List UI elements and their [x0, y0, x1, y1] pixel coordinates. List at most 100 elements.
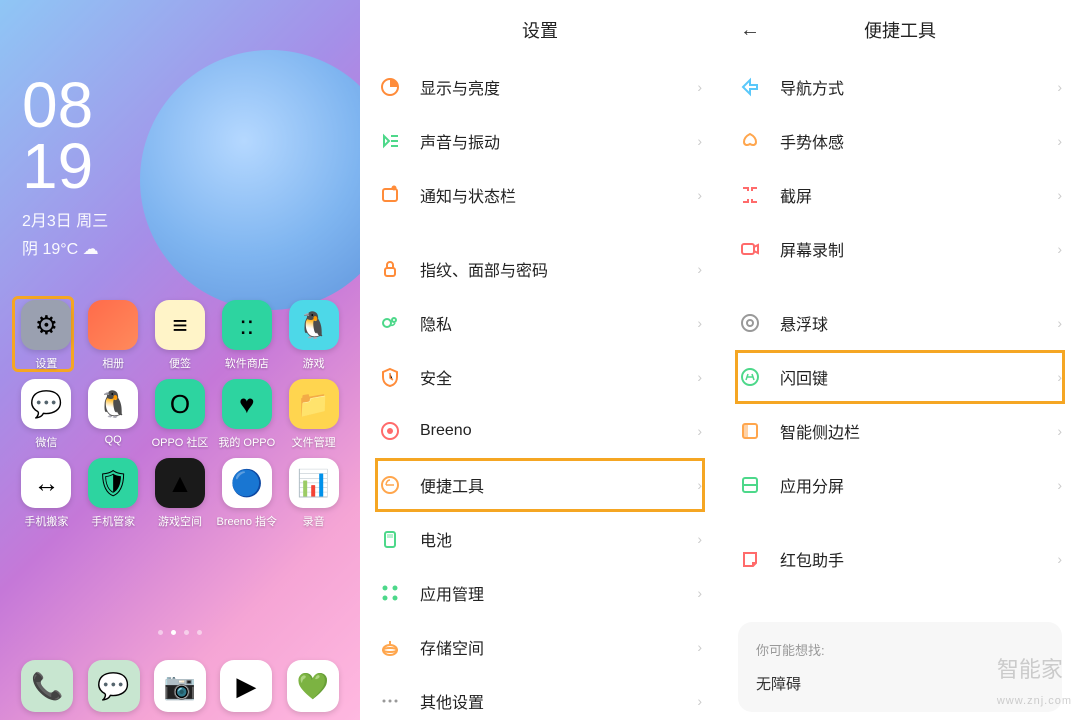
- chevron-right-icon: ›: [697, 477, 702, 493]
- dock-app[interactable]: 💚: [287, 660, 339, 712]
- chevron-right-icon: ›: [697, 315, 702, 331]
- list-item-应用分屏[interactable]: 应用分屏›: [738, 458, 1062, 512]
- item-label: 通知与状态栏: [420, 183, 697, 207]
- chevron-right-icon: ›: [697, 585, 702, 601]
- page-title: 设置: [522, 17, 558, 43]
- app-游戏空间[interactable]: ▲ 游戏空间: [148, 458, 213, 529]
- weather-text: 阴 19°C ☁: [22, 235, 108, 259]
- app-label: Breeno 指令: [217, 513, 278, 529]
- app-手机管家[interactable]: 🛡 手机管家: [81, 458, 146, 529]
- app-icon: 🔵: [222, 458, 272, 508]
- page-indicator: [0, 630, 360, 635]
- app-label: 软件商店: [225, 355, 269, 371]
- item-icon: [378, 690, 402, 712]
- dock: 📞 💬 📷 ▶ 💚: [0, 660, 360, 712]
- item-icon: [738, 312, 762, 334]
- app-icon: 📊: [289, 458, 339, 508]
- list-item-便捷工具[interactable]: 便捷工具›: [375, 458, 705, 512]
- item-icon: [738, 420, 762, 442]
- item-icon: [378, 420, 402, 442]
- list-item-截屏[interactable]: 截屏›: [738, 168, 1062, 222]
- dock-app[interactable]: 📞: [21, 660, 73, 712]
- chevron-right-icon: ›: [697, 187, 702, 203]
- list-item-通知与状态栏[interactable]: 通知与状态栏›: [378, 168, 702, 222]
- app-icon: ↔: [21, 458, 71, 508]
- item-label: 显示与亮度: [420, 75, 697, 99]
- item-label: 屏幕录制: [780, 237, 1057, 261]
- app-label: 设置: [35, 355, 57, 371]
- dock-app[interactable]: 💬: [88, 660, 140, 712]
- app-icon: ▲: [155, 458, 205, 508]
- back-icon[interactable]: ←: [740, 19, 760, 42]
- list-item-Breeno[interactable]: Breeno›: [378, 404, 702, 458]
- app-icon: ≡: [155, 300, 205, 350]
- app-icon: 🛡: [88, 458, 138, 508]
- list-item-指纹、面部与密码[interactable]: 指纹、面部与密码›: [378, 242, 702, 296]
- list-item-存储空间[interactable]: 存储空间›: [378, 620, 702, 674]
- app-微信[interactable]: 💬微信: [14, 379, 79, 450]
- item-icon: [738, 184, 762, 206]
- app-QQ[interactable]: 🐧 QQ: [81, 379, 146, 450]
- item-label: 悬浮球: [780, 311, 1057, 335]
- app-icon: ::: [222, 300, 272, 350]
- app-手机搬家[interactable]: ↔手机搬家: [14, 458, 79, 529]
- app-录音[interactable]: 📊 录音: [281, 458, 346, 529]
- list-item-导航方式[interactable]: 导航方式›: [738, 60, 1062, 114]
- item-icon: [378, 258, 402, 280]
- list-item-屏幕录制[interactable]: 屏幕录制›: [738, 222, 1062, 276]
- app-便签[interactable]: ≡便签: [148, 300, 213, 371]
- app-软件商店[interactable]: ::软件商店: [214, 300, 279, 371]
- app-label: 手机管家: [91, 513, 135, 529]
- list-item-安全[interactable]: 安全›: [378, 350, 702, 404]
- item-icon: [378, 130, 402, 152]
- list-item-红包助手[interactable]: 红包助手›: [738, 532, 1062, 586]
- dock-app[interactable]: 📷: [154, 660, 206, 712]
- list-item-应用管理[interactable]: 应用管理›: [378, 566, 702, 620]
- chevron-right-icon: ›: [1057, 369, 1062, 385]
- app-设置[interactable]: ⚙设置: [14, 300, 79, 371]
- list-item-声音与振动[interactable]: 声音与振动›: [378, 114, 702, 168]
- app-我的 OPPO[interactable]: ♥我的 OPPO: [214, 379, 279, 450]
- list-item-悬浮球[interactable]: 悬浮球›: [738, 296, 1062, 350]
- list-item-显示与亮度[interactable]: 显示与亮度›: [378, 60, 702, 114]
- item-label: 隐私: [420, 311, 697, 335]
- item-label: 应用管理: [420, 581, 697, 605]
- app-icon: 🐧: [289, 300, 339, 350]
- item-icon: [378, 312, 402, 334]
- app-label: QQ: [105, 434, 122, 446]
- chevron-right-icon: ›: [697, 133, 702, 149]
- item-label: 指纹、面部与密码: [420, 257, 697, 281]
- item-label: 智能侧边栏: [780, 419, 1057, 443]
- list-item-闪回键[interactable]: 闪回键›: [735, 350, 1065, 404]
- chevron-right-icon: ›: [1057, 241, 1062, 257]
- app-icon: [88, 300, 138, 350]
- item-label: 截屏: [780, 183, 1057, 207]
- chevron-right-icon: ›: [697, 261, 702, 277]
- app-label: 录音: [303, 513, 325, 529]
- chevron-right-icon: ›: [697, 639, 702, 655]
- list-item-手势体感[interactable]: 手势体感›: [738, 114, 1062, 168]
- chevron-right-icon: ›: [1057, 187, 1062, 203]
- list-item-电池[interactable]: 电池›: [378, 512, 702, 566]
- item-icon: [738, 366, 762, 388]
- item-label: 声音与振动: [420, 129, 697, 153]
- app-OPPO 社区[interactable]: OOPPO 社区: [148, 379, 213, 450]
- list-item-智能侧边栏[interactable]: 智能侧边栏›: [738, 404, 1062, 458]
- chevron-right-icon: ›: [1057, 423, 1062, 439]
- app-label: 游戏空间: [158, 513, 202, 529]
- app-文件管理[interactable]: 📁文件管理: [281, 379, 346, 450]
- list-item-隐私[interactable]: 隐私›: [378, 296, 702, 350]
- app-icon: 📁: [289, 379, 339, 429]
- item-icon: [378, 528, 402, 550]
- date-text: 2月3日 周三: [22, 207, 108, 231]
- app-相册[interactable]: 相册: [81, 300, 146, 371]
- app-游戏[interactable]: 🐧 游戏: [281, 300, 346, 371]
- app-label: 游戏: [303, 355, 325, 371]
- item-icon: [738, 130, 762, 152]
- chevron-right-icon: ›: [697, 423, 702, 439]
- dock-app[interactable]: ▶: [220, 660, 272, 712]
- app-icon: 🐧: [88, 379, 138, 429]
- app-Breeno 指令[interactable]: 🔵 Breeno 指令: [214, 458, 279, 529]
- chevron-right-icon: ›: [697, 531, 702, 547]
- item-icon: [738, 76, 762, 98]
